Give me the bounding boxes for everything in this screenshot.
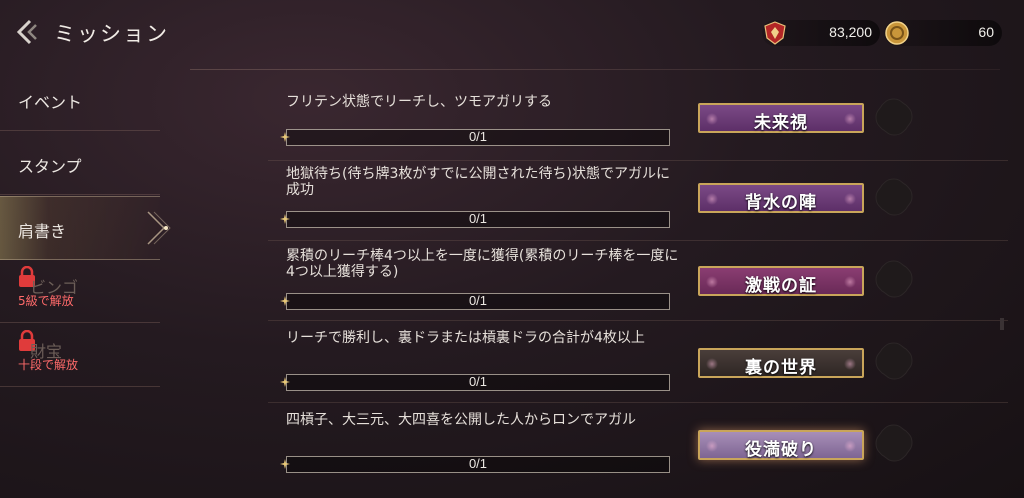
mission-row: 四槓子、大三元、大四喜を公開した人からロンでアガル 0/1 役満破り: [268, 404, 1008, 498]
mission-description: 地獄待ち(待ち牌3枚がすでに公開された待ち)状態でアガルに成功: [286, 166, 670, 198]
mission-description: リーチで勝利し、裏ドラまたは槓裏ドラの合計が4枚以上: [286, 330, 645, 346]
progress-bar: 0/1: [286, 129, 670, 146]
sparkle-icon: [280, 377, 290, 387]
reward-title: 役満破り: [745, 440, 817, 460]
active-indicator-icon: [147, 211, 171, 245]
sidebar: イベント スタンプ 肩書き ビンゴ 5級で解放 財宝 十段で解放: [0, 66, 178, 498]
page-title: ミッション: [54, 22, 169, 46]
reward-title: 背水の陣: [745, 193, 817, 213]
sparkle-icon: [280, 459, 290, 469]
mission-row: リーチで勝利し、裏ドラまたは槓裏ドラの合計が4枚以上 0/1 裏の世界: [268, 322, 1008, 403]
back-arrow-icon[interactable]: [14, 18, 42, 46]
unlock-requirement: 十段で解放: [18, 358, 79, 372]
mission-description: 四槓子、大三元、大四喜を公開した人からロンでアガル: [286, 412, 636, 428]
progress-text: 0/1: [468, 129, 488, 144]
points-value: 83,200: [829, 24, 872, 40]
reward-badge: 裏の世界: [698, 348, 864, 378]
header-divider: [190, 69, 1000, 70]
claim-button[interactable]: [874, 341, 914, 381]
sidebar-item-event[interactable]: イベント: [0, 68, 160, 131]
sparkle-icon: [280, 296, 290, 306]
reward-badge: 背水の陣: [698, 183, 864, 213]
progress-bar: 0/1: [286, 374, 670, 391]
coins-display: 60: [884, 20, 1002, 46]
mission-row: フリテン状態でリーチし、ツモアガリする 0/1 未来視: [268, 80, 1008, 161]
sidebar-item-label: 肩書き: [18, 222, 67, 241]
mission-description: フリテン状態でリーチし、ツモアガリする: [286, 94, 552, 110]
progress-bar: 0/1: [286, 211, 670, 228]
claim-button[interactable]: [874, 97, 914, 137]
reward-title: 激戦の証: [745, 276, 817, 296]
sidebar-item-bingo[interactable]: ビンゴ 5級で解放: [0, 260, 160, 323]
progress-bar: 0/1: [286, 456, 670, 473]
top-bar: ミッション 83,200 60: [0, 0, 1024, 64]
progress-text: 0/1: [468, 293, 488, 308]
reward-badge: 役満破り: [698, 430, 864, 460]
points-display: 83,200: [762, 20, 880, 46]
claim-button[interactable]: [874, 177, 914, 217]
progress-bar: 0/1: [286, 293, 670, 310]
mission-description: 累積のリーチ棒4つ以上を一度に獲得(累積のリーチ棒を一度に4つ以上獲得する): [286, 248, 679, 280]
sidebar-item-label: イベント: [18, 93, 83, 112]
progress-text: 0/1: [468, 211, 488, 226]
claim-button[interactable]: [874, 423, 914, 463]
rank-point-icon: [764, 21, 786, 45]
sidebar-item-treasure[interactable]: 財宝 十段で解放: [0, 324, 160, 387]
coins-value: 60: [978, 24, 994, 40]
sidebar-item-label: スタンプ: [18, 157, 82, 176]
sidebar-item-stamp[interactable]: スタンプ: [0, 132, 160, 195]
scrollbar[interactable]: [1000, 318, 1004, 330]
sparkle-icon: [280, 132, 290, 142]
sparkle-icon: [280, 214, 290, 224]
reward-badge: 激戦の証: [698, 266, 864, 296]
mission-row: 地獄待ち(待ち牌3枚がすでに公開された待ち)状態でアガルに成功 0/1 背水の陣: [268, 160, 1008, 241]
reward-title: 未来視: [754, 113, 808, 133]
unlock-requirement: 5級で解放: [18, 294, 74, 308]
claim-button[interactable]: [874, 259, 914, 299]
mission-row: 累積のリーチ棒4つ以上を一度に獲得(累積のリーチ棒を一度に4つ以上獲得する) 0…: [268, 240, 1008, 321]
progress-text: 0/1: [468, 456, 488, 471]
reward-title: 裏の世界: [745, 358, 817, 378]
sidebar-item-title[interactable]: 肩書き: [0, 196, 171, 260]
progress-text: 0/1: [468, 374, 488, 389]
coin-icon: [885, 21, 909, 45]
reward-badge: 未来視: [698, 103, 864, 133]
